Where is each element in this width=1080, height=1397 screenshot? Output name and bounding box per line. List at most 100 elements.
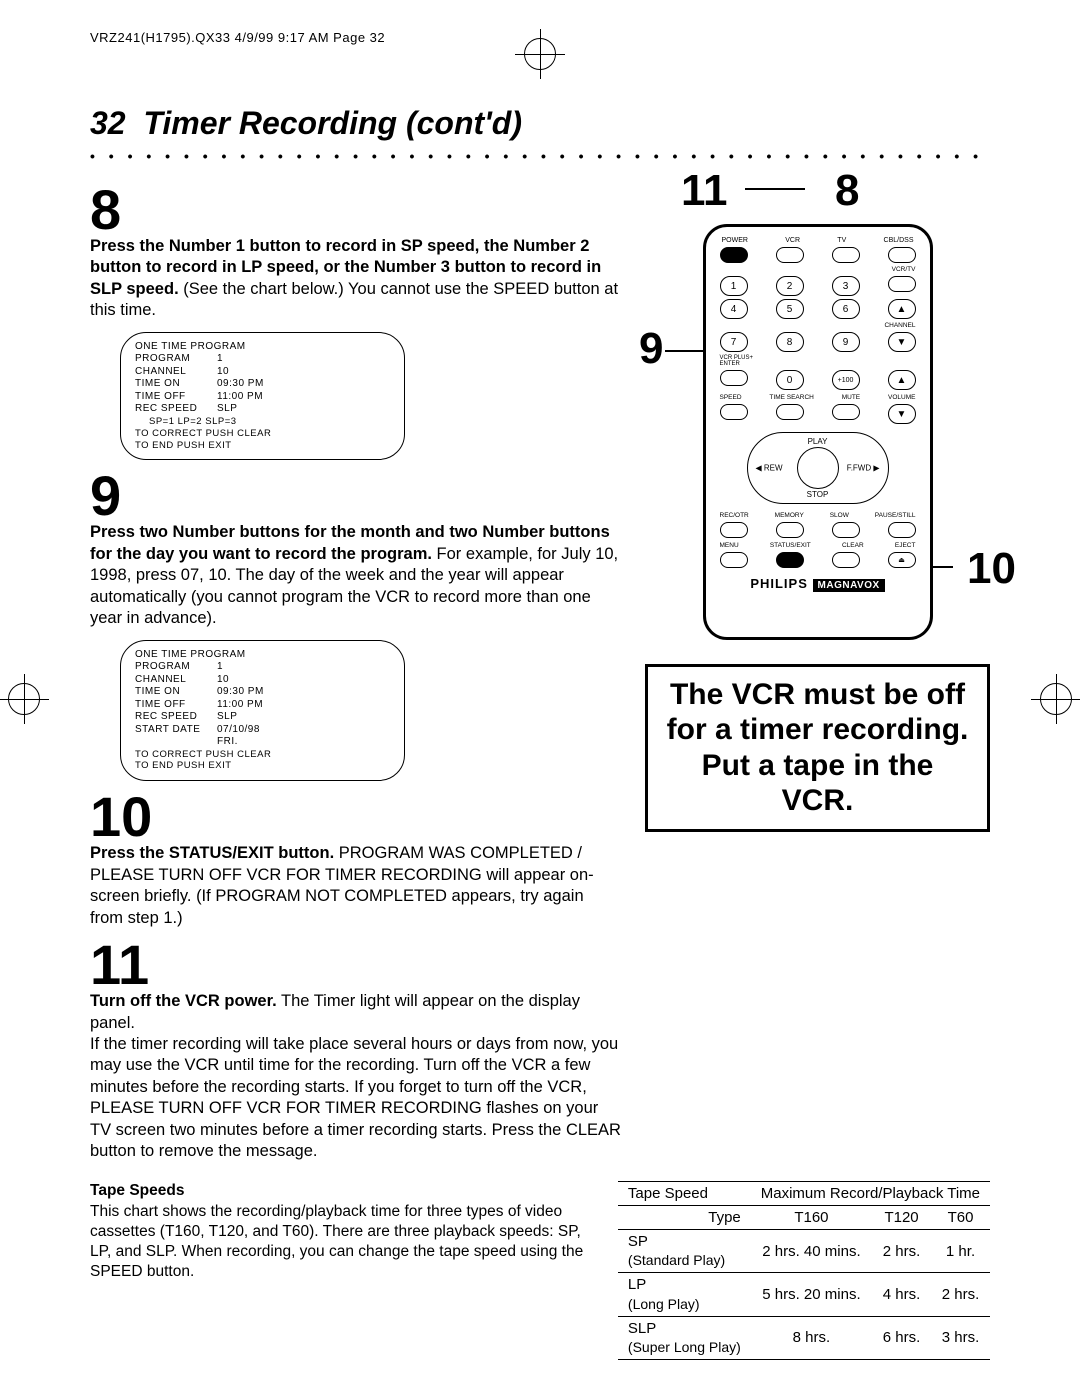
cell: 2 hrs. 40 mins. bbox=[751, 1229, 872, 1272]
remote-label: VOLUME bbox=[888, 394, 915, 401]
tape-speeds-heading: Tape Speeds bbox=[90, 1181, 600, 1201]
remote-label: SPEED bbox=[720, 394, 742, 401]
page: VRZ241(H1795).QX33 4/9/99 9:17 AM Page 3… bbox=[0, 0, 1080, 1397]
cell: LP bbox=[628, 1276, 646, 1293]
notice-box: The VCR must be off for a timer recordin… bbox=[645, 664, 990, 832]
page-title: 32 Timer Recording (cont'd) bbox=[90, 105, 990, 142]
callout-9: 9 bbox=[639, 324, 663, 374]
table-subheader: T120 bbox=[872, 1205, 931, 1229]
remote-label: REC/OTR bbox=[720, 512, 749, 519]
osd-hint: TO CORRECT PUSH CLEAR bbox=[135, 749, 390, 761]
remote-label: MUTE bbox=[842, 394, 860, 401]
osd-val: 1 bbox=[217, 353, 223, 366]
tape-speeds-section: Tape Speeds This chart shows the recordi… bbox=[90, 1181, 990, 1361]
cell: 4 hrs. bbox=[872, 1273, 931, 1316]
brand-label: PHILIPS MAGNAVOX bbox=[720, 576, 916, 591]
remote-label: CHANNEL bbox=[720, 322, 916, 329]
osd-key: CHANNEL bbox=[135, 674, 217, 687]
table-row: SP (Standard Play) 2 hrs. 40 mins. 2 hrs.… bbox=[618, 1229, 990, 1272]
device-button bbox=[888, 247, 916, 263]
tape-speeds-desc: This chart shows the recording/playback … bbox=[90, 1202, 600, 1281]
remote-label: POWER bbox=[722, 237, 748, 244]
vcrtv-button bbox=[888, 276, 916, 292]
osd-val: 1 bbox=[217, 661, 223, 674]
cell: 2 hrs. bbox=[931, 1273, 990, 1316]
table-header: Maximum Record/Playback Time bbox=[751, 1181, 990, 1205]
remote-label: MEMORY bbox=[775, 512, 804, 519]
menu-button bbox=[720, 552, 748, 568]
callout-line bbox=[745, 188, 805, 190]
memory-button bbox=[776, 522, 804, 538]
number-button: 3 bbox=[832, 276, 860, 296]
step-11-bold: Turn off the VCR power. bbox=[90, 992, 277, 1010]
remote-label: PAUSE/STILL bbox=[875, 512, 916, 519]
cell: 3 hrs. bbox=[931, 1316, 990, 1359]
callout-10: 10 bbox=[967, 544, 1016, 594]
osd-key: TIME ON bbox=[135, 378, 217, 391]
step-number-9: 9 bbox=[90, 468, 621, 524]
crop-mark-icon bbox=[524, 38, 556, 70]
number-button: 1 bbox=[720, 276, 748, 296]
power-button-icon bbox=[720, 247, 748, 263]
number-button: 5 bbox=[776, 299, 804, 319]
step-number-8: 8 bbox=[90, 182, 621, 238]
play-label: PLAY bbox=[748, 437, 888, 446]
osd-key: CHANNEL bbox=[135, 366, 217, 379]
osd-key: REC SPEED bbox=[135, 711, 217, 724]
table-subheader: Type bbox=[618, 1205, 751, 1229]
pause-button bbox=[888, 522, 916, 538]
brand-magnavox: MAGNAVOX bbox=[813, 579, 885, 592]
cell: (Super Long Play) bbox=[628, 1339, 741, 1355]
playback-pad: PLAY STOP ◀ REW F.FWD ▶ bbox=[747, 432, 889, 504]
number-button: 9 bbox=[832, 332, 860, 352]
plus100-button: +100 bbox=[832, 370, 860, 390]
step-10-bold: Press the STATUS/EXIT button. bbox=[90, 844, 334, 862]
number-button: 4 bbox=[720, 299, 748, 319]
page-number: 32 bbox=[90, 105, 126, 141]
cell: 6 hrs. bbox=[872, 1316, 931, 1359]
osd-display-2: ONE TIME PROGRAM PROGRAM1 CHANNEL10 TIME… bbox=[120, 640, 405, 782]
cell: SLP bbox=[628, 1320, 656, 1337]
rec-button bbox=[720, 522, 748, 538]
channel-up-button: ▲ bbox=[888, 299, 916, 319]
remote-label: CBL/DSS bbox=[884, 237, 914, 244]
osd-val: 09:30 PM bbox=[217, 378, 264, 391]
tape-speeds-table: Tape Speed Maximum Record/Playback Time … bbox=[618, 1181, 990, 1361]
number-button: 6 bbox=[832, 299, 860, 319]
volume-down-button: ▼ bbox=[888, 404, 916, 424]
slow-button bbox=[832, 522, 860, 538]
enter-button bbox=[720, 370, 748, 386]
remote-label: TIME SEARCH bbox=[769, 394, 813, 401]
osd-title: ONE TIME PROGRAM bbox=[135, 341, 390, 354]
osd-hint: TO END PUSH EXIT bbox=[135, 760, 390, 772]
cell: SP bbox=[628, 1233, 648, 1250]
table-row: SLP(Super Long Play) 8 hrs. 6 hrs. 3 hrs… bbox=[618, 1316, 990, 1359]
osd-hint: SP=1 LP=2 SLP=3 bbox=[135, 416, 390, 428]
cell: 1 hr. bbox=[931, 1229, 990, 1272]
osd-val: 11:00 PM bbox=[217, 391, 263, 404]
remote-label: VCR bbox=[785, 237, 800, 244]
cell: 5 hrs. 20 mins. bbox=[751, 1273, 872, 1316]
osd-val: 10 bbox=[217, 674, 229, 687]
remote-label: STATUS/EXIT bbox=[770, 542, 811, 549]
osd-val: FRI. bbox=[217, 736, 238, 749]
crop-mark-icon bbox=[8, 683, 40, 715]
step-number-10: 10 bbox=[90, 789, 621, 845]
osd-val: 11:00 PM bbox=[217, 699, 263, 712]
osd-key: START DATE bbox=[135, 724, 217, 737]
callout-11: 11 bbox=[681, 166, 728, 216]
cell: 2 hrs. bbox=[872, 1229, 931, 1272]
callout-8: 8 bbox=[835, 166, 859, 216]
remote-label: SLOW bbox=[830, 512, 849, 519]
cell: (Long Play) bbox=[628, 1296, 700, 1312]
osd-display-1: ONE TIME PROGRAM PROGRAM1 CHANNEL10 TIME… bbox=[120, 332, 405, 461]
volume-up-button: ▲ bbox=[888, 370, 916, 390]
osd-key: TIME ON bbox=[135, 686, 217, 699]
remote-label: VCR/TV bbox=[720, 266, 916, 273]
number-button: 8 bbox=[776, 332, 804, 352]
osd-val: SLP bbox=[217, 711, 237, 724]
cell: (Standard Play) bbox=[628, 1252, 725, 1268]
osd-key: TIME OFF bbox=[135, 391, 217, 404]
eject-button: ⏏ bbox=[888, 552, 916, 568]
osd-hint: TO CORRECT PUSH CLEAR bbox=[135, 428, 390, 440]
